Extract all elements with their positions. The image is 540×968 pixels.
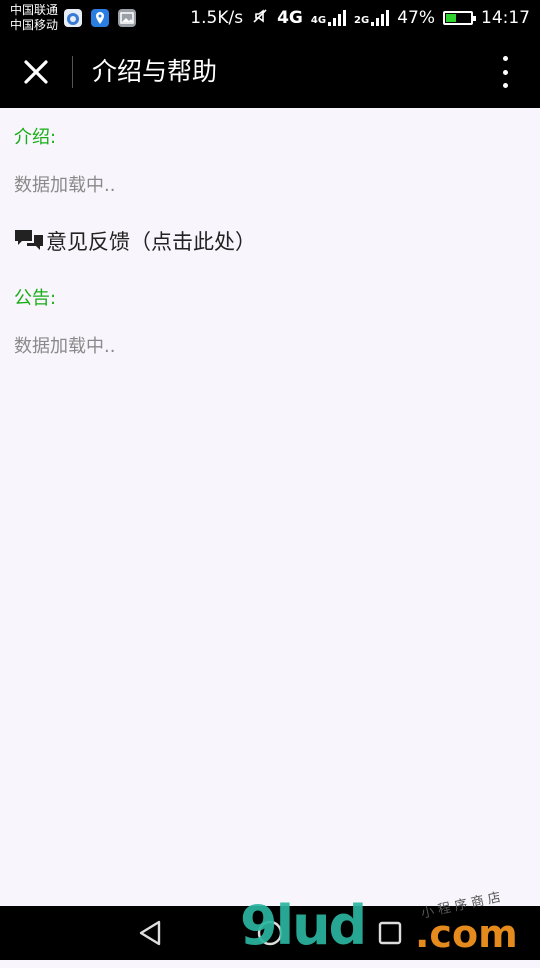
status-bar: 中国联通 中国移动 1.5K/s 4G 4G 2G 47% 14:17 — [0, 0, 540, 36]
status-indicators: 1.5K/s 4G 4G 2G 47% 14:17 — [190, 0, 530, 36]
watermark: 9lud .com 小程序商店 — [240, 889, 540, 960]
carrier-names: 中国联通 中国移动 — [10, 3, 58, 33]
close-icon — [24, 60, 48, 84]
signal-strength-icon — [371, 10, 390, 26]
watermark-main: 9lud — [240, 894, 367, 957]
network-type-a: 4G — [277, 8, 303, 28]
app-notification-icon — [64, 9, 82, 27]
signal-strength-icon — [328, 10, 347, 26]
network-type-b: 4G — [310, 15, 327, 26]
more-options-button[interactable] — [490, 56, 520, 88]
map-pin-icon — [91, 9, 109, 27]
intro-label: 介绍: — [14, 127, 57, 148]
network-speed: 1.5K/s — [190, 8, 244, 28]
page-title: 介绍与帮助 — [92, 57, 218, 86]
battery-fill — [446, 14, 456, 22]
carrier-1: 中国联通 — [10, 3, 59, 17]
carrier-2: 中国移动 — [10, 18, 59, 32]
signal-group-2: 2G — [354, 10, 390, 26]
more-vertical-icon — [502, 56, 508, 61]
notice-label: 公告: — [14, 288, 57, 309]
close-button[interactable] — [16, 52, 56, 92]
back-triangle-icon — [139, 920, 161, 946]
title-bar: 介绍与帮助 — [0, 36, 540, 108]
network-type-c: 2G — [354, 15, 370, 26]
back-button[interactable] — [135, 918, 165, 948]
intro-text: 数据加载中.. — [14, 175, 116, 196]
signal-group-1: 4G — [310, 10, 347, 26]
gallery-icon — [118, 9, 136, 27]
battery-icon — [443, 11, 476, 25]
clock: 14:17 — [481, 8, 530, 28]
notice-text: 数据加载中.. — [14, 336, 116, 357]
chat-bubbles-icon — [15, 230, 43, 250]
title-divider — [72, 56, 73, 88]
battery-percent: 47% — [397, 8, 435, 28]
feedback-link[interactable]: 意见反馈（点击此处） — [14, 226, 256, 256]
mute-icon — [251, 7, 269, 30]
feedback-label: 意见反馈（点击此处） — [46, 230, 256, 254]
